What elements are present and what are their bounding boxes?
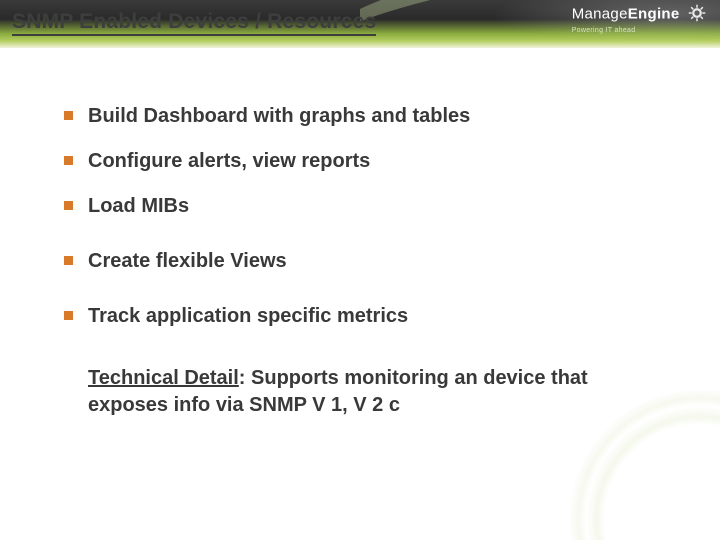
list-item-text: Load MIBs xyxy=(88,195,189,217)
brand-name-light: Manage xyxy=(572,5,628,22)
gear-icon xyxy=(688,4,706,25)
brand-logo: ManageEngine Powerin xyxy=(572,4,706,34)
brand-tagline: Powering IT ahead xyxy=(572,27,706,34)
list-item-text: Build Dashboard with graphs and tables xyxy=(88,105,470,127)
list-item-text: Track application specific metrics xyxy=(88,305,408,327)
list-item: Load MIBs xyxy=(64,194,644,219)
technical-detail-label: Technical Detail xyxy=(88,367,239,389)
list-item: Build Dashboard with graphs and tables xyxy=(64,104,644,129)
technical-detail: Technical Detail: Supports monitoring an… xyxy=(88,365,644,419)
content-area: Build Dashboard with graphs and tables C… xyxy=(64,104,644,419)
slide: SNMP Enabled Devices / Resources ManageE… xyxy=(0,0,720,540)
list-item-text: Configure alerts, view reports xyxy=(88,150,370,172)
slide-title: SNMP Enabled Devices / Resources xyxy=(12,10,376,34)
list-item: Configure alerts, view reports xyxy=(64,149,644,174)
list-item-text: Create flexible Views xyxy=(88,250,287,272)
list-item: Track application specific metrics xyxy=(64,304,644,329)
slide-title-text: SNMP Enabled Devices / Resources xyxy=(12,10,376,36)
brand-logo-text: ManageEngine xyxy=(572,4,706,25)
bullet-list: Build Dashboard with graphs and tables C… xyxy=(64,104,644,329)
brand-name-bold: Engine xyxy=(628,5,680,22)
list-item: Create flexible Views xyxy=(64,249,644,274)
